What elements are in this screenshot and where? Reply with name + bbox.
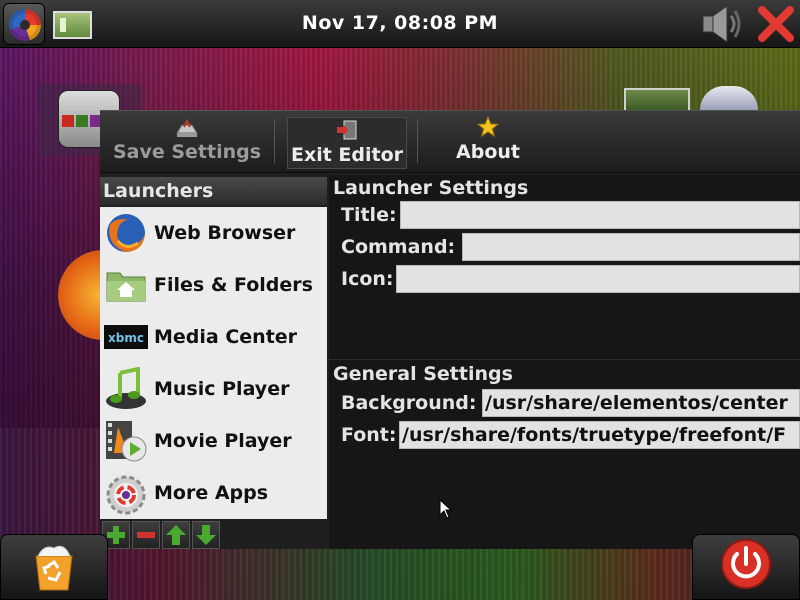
move-up-button[interactable] [162, 521, 190, 549]
font-input[interactable]: /usr/share/fonts/truetype/freefont/F [399, 421, 800, 449]
launcher-label: Media Center [154, 326, 298, 348]
movie-player-icon [106, 421, 147, 462]
list-item[interactable]: Movie Player [100, 415, 327, 467]
launcher-label: Web Browser [154, 222, 296, 244]
section-divider [329, 359, 800, 360]
editor-toolbar: Save Settings Exit Editor About [100, 111, 800, 173]
command-input[interactable] [462, 233, 800, 261]
move-up-icon [166, 525, 186, 545]
xbmc-icon: xbmc [104, 325, 148, 349]
list-item[interactable]: xbmc Media Center [100, 311, 327, 363]
command-label: Command: [341, 236, 456, 258]
elementos-swirl-icon [9, 9, 41, 41]
speaker-icon[interactable] [701, 4, 743, 44]
mouse-cursor-icon [439, 499, 453, 519]
about-label: About [456, 141, 520, 163]
close-x-icon[interactable] [754, 2, 798, 46]
recycle-bin-icon[interactable] [30, 542, 78, 592]
background-label: Background: [341, 392, 477, 414]
window-thumbnail-icon[interactable] [53, 11, 92, 39]
launcher-label: Movie Player [154, 430, 292, 452]
title-row: Title: [341, 201, 800, 229]
title-label: Title: [341, 204, 397, 226]
save-settings-label: Save Settings [112, 141, 262, 163]
list-item[interactable]: Files & Folders [100, 259, 327, 311]
top-panel: Nov 17, 08:08 PM [0, 0, 800, 48]
settings-panel: Launcher Settings Title: Command: Icon: … [329, 175, 800, 549]
background-input[interactable]: /usr/share/elementos/center [482, 389, 800, 417]
launchers-panel: Launchers Web Browser Files & Folders xb… [100, 175, 327, 549]
icon-row: Icon: [341, 265, 800, 293]
command-row: Command: [341, 233, 800, 261]
icon-input[interactable] [396, 265, 800, 293]
list-item[interactable]: Web Browser [100, 207, 327, 259]
launcher-settings-title: Launcher Settings [333, 177, 529, 199]
move-down-button[interactable] [192, 521, 220, 549]
font-row: Font: /usr/share/fonts/truetype/freefont… [341, 421, 800, 449]
icon-label: Icon: [341, 268, 394, 290]
folder-home-icon [106, 272, 146, 302]
toolbar-separator [417, 119, 418, 163]
more-apps-gear-icon [106, 475, 146, 515]
exit-door-icon [337, 120, 357, 140]
main-menu-button[interactable] [3, 3, 45, 45]
about-button[interactable]: About [440, 115, 536, 169]
general-settings-title: General Settings [333, 363, 513, 385]
launcher-label: More Apps [154, 482, 269, 504]
list-item[interactable]: Music Player [100, 363, 327, 415]
move-down-icon [196, 525, 216, 545]
title-input[interactable] [400, 201, 800, 229]
launcher-label: Music Player [154, 378, 290, 400]
firefox-icon [107, 214, 145, 252]
clock: Nov 17, 08:08 PM [301, 12, 499, 34]
color-dots-icon [62, 115, 102, 127]
background-row: Background: /usr/share/elementos/center [341, 389, 800, 417]
font-label: Font: [341, 424, 397, 446]
svg-text:xbmc: xbmc [108, 331, 144, 345]
toolbar-separator [274, 119, 275, 163]
desktop-photo-icon[interactable] [624, 88, 690, 110]
launchers-header: Launchers [100, 177, 327, 205]
launcher-list: Web Browser Files & Folders xbmc Media C… [100, 207, 327, 519]
launcher-editor-window: Save Settings Exit Editor About Launcher… [100, 110, 800, 549]
save-settings-button[interactable]: Save Settings [108, 115, 266, 169]
list-item[interactable]: More Apps [100, 467, 327, 519]
launcher-label: Files & Folders [154, 274, 313, 296]
save-disk-icon [176, 118, 198, 137]
exit-editor-label: Exit Editor [290, 144, 404, 166]
remove-icon [137, 532, 155, 538]
remove-launcher-button[interactable] [132, 521, 160, 549]
star-icon [476, 115, 500, 138]
music-note-icon [106, 367, 146, 409]
list-buttons [100, 521, 327, 549]
exit-editor-button[interactable]: Exit Editor [287, 117, 407, 169]
power-icon[interactable] [720, 538, 772, 590]
